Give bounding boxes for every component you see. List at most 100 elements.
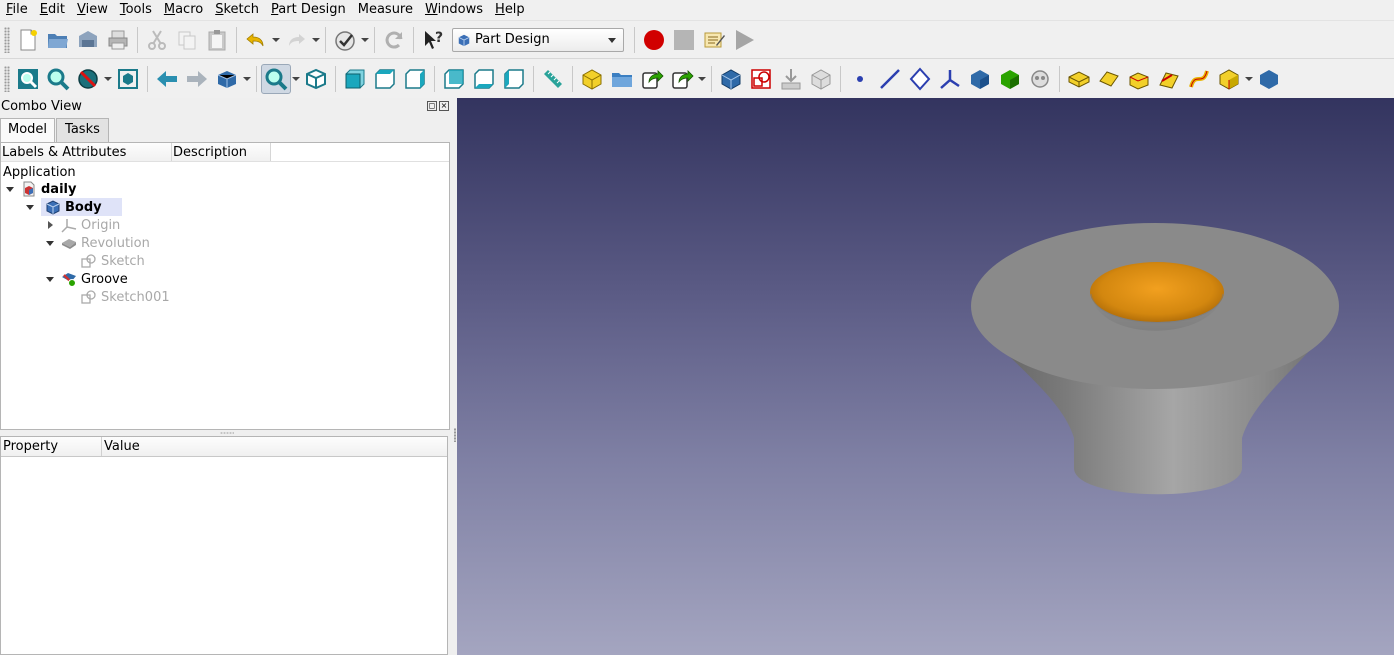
column-property[interactable]: Property [1, 437, 102, 456]
expand-toggle-icon[interactable] [45, 274, 55, 284]
clone-button[interactable] [995, 64, 1025, 94]
view-back-button[interactable] [152, 64, 182, 94]
toolbar-separator [256, 65, 257, 92]
tree-item-daily[interactable]: daily [5, 180, 76, 198]
feature-wizard-button[interactable] [1025, 64, 1055, 94]
fit-all-button[interactable] [13, 64, 43, 94]
float-panel-icon[interactable]: ◻ [427, 101, 437, 111]
view-isometric-button[interactable] [301, 64, 331, 94]
create-part-button[interactable] [577, 64, 607, 94]
draw-style-button[interactable] [73, 64, 103, 94]
menu-view[interactable]: View [71, 0, 114, 20]
view-top-button[interactable] [370, 64, 400, 94]
additive-primitive-button[interactable] [1214, 64, 1244, 94]
column-value[interactable]: Value [102, 437, 446, 456]
cut-button[interactable] [142, 25, 172, 55]
create-link-button[interactable] [637, 64, 667, 94]
undo-dropdown[interactable] [271, 25, 281, 55]
workbench-selector[interactable]: Part Design [452, 27, 624, 52]
tab-tasks[interactable]: Tasks [56, 118, 109, 142]
menu-tools[interactable]: Tools [114, 0, 158, 20]
view-left-button[interactable] [499, 64, 529, 94]
additive-helix-button[interactable] [1184, 64, 1214, 94]
macro-record-button[interactable] [639, 25, 669, 55]
validate-sketch-button[interactable] [776, 64, 806, 94]
pocket-button[interactable] [1254, 64, 1284, 94]
column-labels-attributes[interactable]: Labels & Attributes [1, 143, 172, 161]
menu-file[interactable]: File [0, 0, 34, 20]
view-right-button[interactable] [400, 64, 430, 94]
datum-point-button[interactable] [845, 64, 875, 94]
paste-button[interactable] [202, 25, 232, 55]
local-cs-button[interactable] [935, 64, 965, 94]
undo-button[interactable] [241, 25, 271, 55]
groove-model-render[interactable] [457, 98, 1394, 655]
macro-edit-button[interactable] [699, 25, 729, 55]
create-sketch-button[interactable] [746, 64, 776, 94]
menu-edit[interactable]: Edit [34, 0, 71, 20]
additive-primitive-dropdown[interactable] [1244, 64, 1254, 94]
zoom-tool-button[interactable] [261, 63, 291, 94]
draw-style-dropdown[interactable] [103, 64, 113, 94]
datum-line-button[interactable] [875, 64, 905, 94]
expand-toggle-icon[interactable] [45, 238, 55, 248]
tree-item-sketch[interactable]: Sketch [81, 252, 145, 270]
fit-selection-button[interactable] [43, 64, 73, 94]
create-group-button[interactable] [607, 64, 637, 94]
menu-help[interactable]: Help [489, 0, 531, 20]
refresh-toggle-button[interactable] [330, 25, 360, 55]
open-document-button[interactable] [43, 25, 73, 55]
model-tree[interactable]: Labels & Attributes Description Applicat… [0, 142, 450, 430]
additive-loft-button[interactable] [1124, 64, 1154, 94]
create-body-button[interactable] [716, 64, 746, 94]
view-bottom-button[interactable] [469, 64, 499, 94]
menu-macro[interactable]: Macro [158, 0, 209, 20]
toolbar-grip[interactable] [4, 65, 10, 92]
tree-item-groove[interactable]: Groove [45, 270, 128, 288]
sub-shape-binder-button[interactable] [965, 64, 995, 94]
revolution-button[interactable] [1094, 64, 1124, 94]
expand-toggle-icon[interactable] [45, 220, 55, 230]
additive-pipe-button[interactable] [1154, 64, 1184, 94]
view-forward-button[interactable] [182, 64, 212, 94]
datum-plane-button[interactable] [905, 64, 935, 94]
view-rear-button[interactable] [439, 64, 469, 94]
menu-part-design[interactable]: Part Design [265, 0, 352, 20]
bounding-box-button[interactable] [113, 64, 143, 94]
toolbar-grip[interactable] [4, 26, 10, 53]
column-description[interactable]: Description [172, 143, 271, 161]
recompute-button[interactable] [379, 25, 409, 55]
close-icon[interactable]: × [439, 101, 449, 111]
std-views-dropdown[interactable] [242, 64, 252, 94]
tree-item-revolution[interactable]: Revolution [45, 234, 150, 252]
tab-model[interactable]: Model [0, 118, 56, 143]
new-document-button[interactable] [13, 25, 43, 55]
tree-item-origin[interactable]: Origin [45, 216, 120, 234]
view-front-button[interactable] [340, 64, 370, 94]
link-actions-button[interactable] [667, 64, 697, 94]
refresh-dropdown[interactable] [360, 25, 370, 55]
tree-item-sketch001[interactable]: Sketch001 [81, 288, 170, 306]
property-editor[interactable]: Property Value [0, 436, 448, 655]
save-button[interactable] [73, 25, 103, 55]
zoom-dropdown[interactable] [291, 64, 301, 94]
std-views-button[interactable] [212, 64, 242, 94]
macro-run-button[interactable] [729, 25, 759, 55]
pad-button[interactable] [1064, 64, 1094, 94]
macro-stop-button[interactable] [669, 25, 699, 55]
measure-distance-button[interactable] [538, 64, 568, 94]
copy-button[interactable] [172, 25, 202, 55]
menu-sketch[interactable]: Sketch [209, 0, 265, 20]
menu-windows[interactable]: Windows [419, 0, 489, 20]
whats-this-button[interactable]: ? [418, 25, 448, 55]
redo-button[interactable] [281, 25, 311, 55]
tree-item-body[interactable]: Body [25, 198, 122, 216]
redo-dropdown[interactable] [311, 25, 321, 55]
expand-toggle-icon[interactable] [25, 202, 35, 212]
expand-toggle-icon[interactable] [5, 184, 15, 194]
link-actions-dropdown[interactable] [697, 64, 707, 94]
3d-viewport[interactable] [457, 98, 1394, 655]
menu-measure[interactable]: Measure [352, 0, 419, 20]
shape-binder-button[interactable] [806, 64, 836, 94]
print-button[interactable] [103, 25, 133, 55]
